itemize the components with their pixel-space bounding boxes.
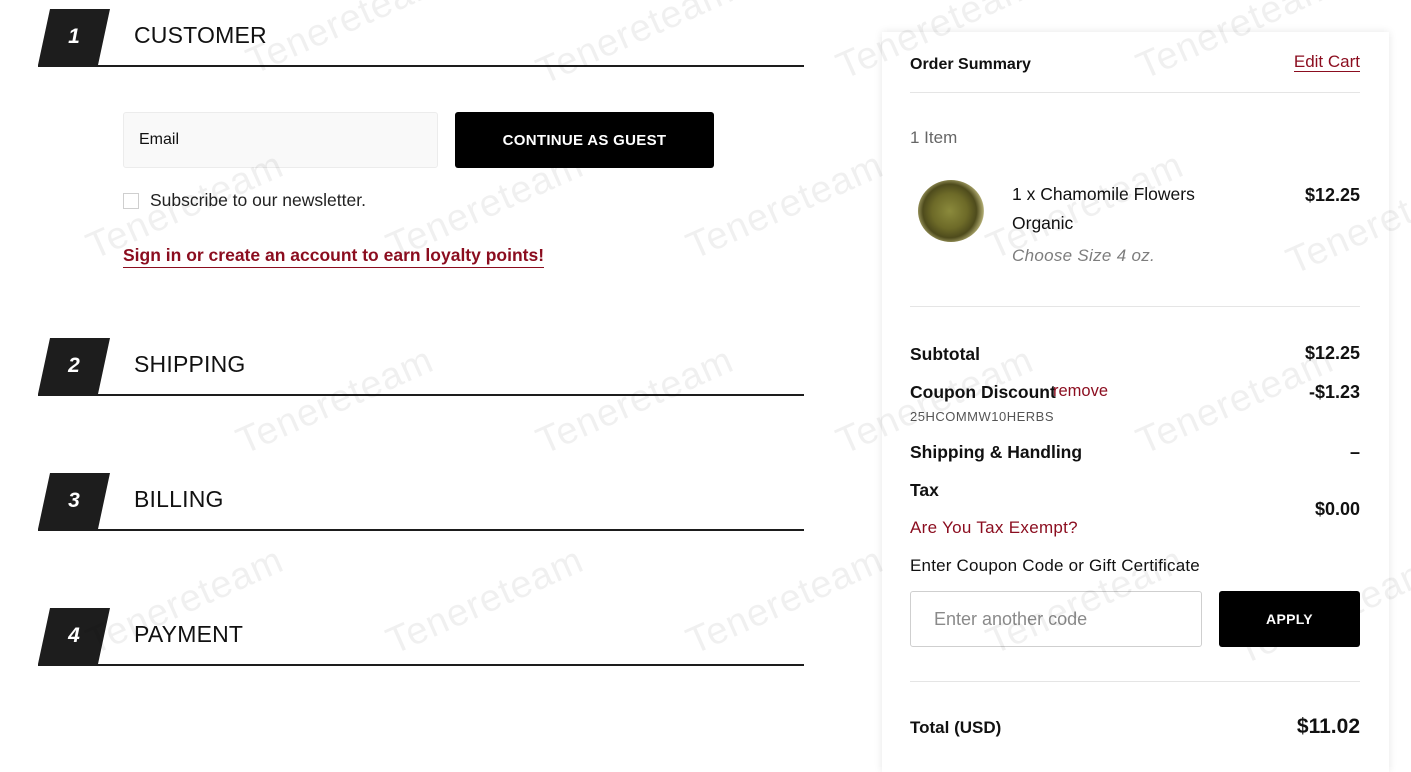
summary-divider: [910, 92, 1360, 93]
step-title: BILLING: [134, 486, 224, 512]
edit-cart-link[interactable]: Edit Cart: [1293, 53, 1360, 72]
tax-value: $0.00: [1314, 499, 1360, 519]
step-payment[interactable]: 4 PAYMENT: [38, 608, 804, 666]
coupon-code-input[interactable]: [910, 591, 1202, 647]
product-option: Choose Size 4 oz.: [1012, 246, 1156, 265]
shipping-label: Shipping & Handling: [910, 442, 1083, 462]
step-title: PAYMENT: [134, 621, 244, 647]
email-field[interactable]: [123, 112, 438, 168]
loyalty-signin-link[interactable]: Sign in or create an account to earn loy…: [123, 245, 545, 268]
step-customer: 1 CUSTOMER: [38, 9, 804, 67]
step-shipping[interactable]: 2 SHIPPING: [38, 338, 804, 396]
product-image: [918, 180, 984, 242]
tax-exempt-link[interactable]: Are You Tax Exempt?: [910, 518, 1078, 538]
subtotal-label: Subtotal: [910, 344, 980, 364]
total-value: $11.02: [1296, 715, 1360, 738]
newsletter-checkbox[interactable]: [123, 192, 139, 209]
continue-as-guest-button[interactable]: CONTINUE AS GUEST: [455, 112, 714, 168]
coupon-discount-label: Coupon Discount: [910, 382, 1056, 402]
step-divider: [38, 529, 804, 531]
step-title: CUSTOMER: [134, 22, 267, 48]
shipping-value: –: [1349, 442, 1360, 462]
item-count: 1 Item: [910, 128, 958, 147]
tax-label: Tax: [910, 480, 939, 500]
newsletter-option[interactable]: Subscribe to our newsletter.: [123, 190, 366, 211]
summary-divider: [910, 681, 1360, 682]
coupon-discount-value: -$1.23: [1308, 382, 1360, 402]
step-divider: [38, 664, 804, 666]
step-divider: [38, 394, 804, 396]
step-number-badge: 1: [38, 9, 110, 65]
subtotal-value: $12.25: [1304, 343, 1360, 363]
order-summary-panel: Order Summary Edit Cart 1 Item 1 x Chamo…: [882, 32, 1389, 772]
remove-coupon-link[interactable]: remove: [1053, 382, 1108, 401]
total-label: Total (USD): [910, 718, 1002, 737]
summary-divider: [910, 306, 1360, 307]
product-price: $12.25: [1304, 185, 1360, 205]
step-number-badge: 4: [38, 608, 110, 664]
step-billing[interactable]: 3 BILLING: [38, 473, 804, 531]
step-number-badge: 3: [38, 473, 110, 529]
order-summary-title: Order Summary: [910, 56, 1031, 73]
step-title: SHIPPING: [134, 351, 246, 377]
coupon-prompt: Enter Coupon Code or Gift Certificate: [910, 556, 1200, 575]
apply-coupon-button[interactable]: APPLY: [1219, 591, 1360, 647]
product-name: 1 x Chamomile Flowers Organic: [1012, 184, 1195, 233]
step-divider: [38, 65, 804, 67]
step-number-badge: 2: [38, 338, 110, 394]
coupon-code: 25HCOMMW10HERBS: [910, 409, 1055, 424]
newsletter-label[interactable]: Subscribe to our newsletter.: [150, 190, 366, 211]
